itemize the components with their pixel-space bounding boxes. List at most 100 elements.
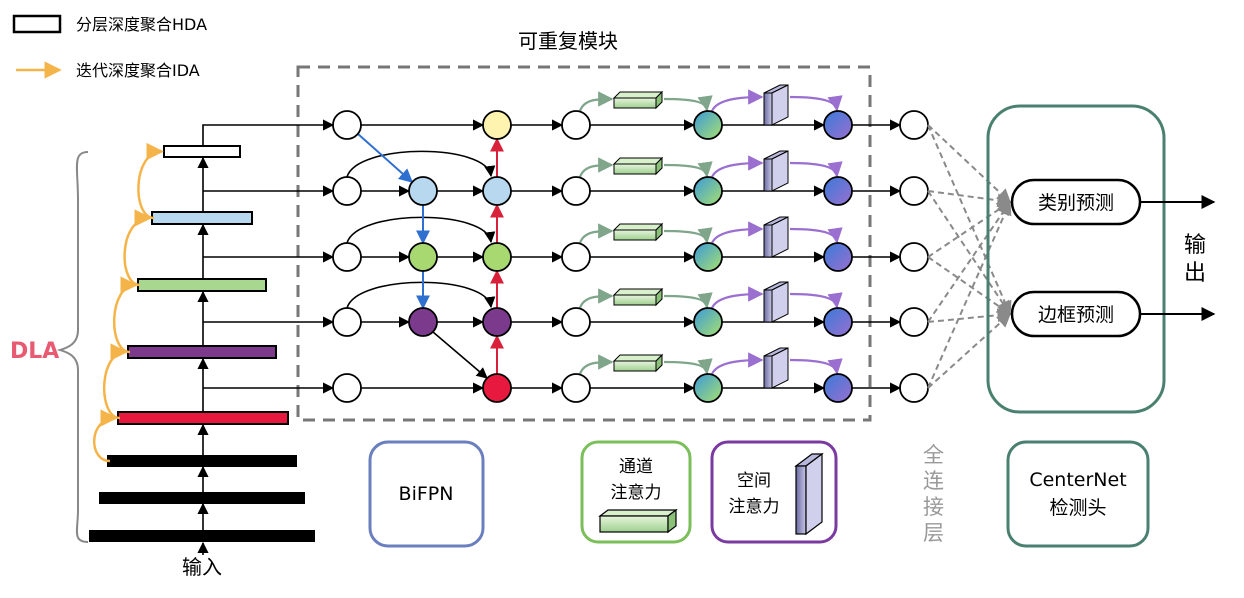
fc-edge-4-1: [927, 313, 1012, 389]
spatial-attended-node-3: [823, 307, 853, 337]
input-node-4: [332, 373, 362, 403]
pre-attention-node-0: [561, 110, 591, 140]
dla-level-4: [127, 345, 277, 359]
module-edges: [202, 84, 902, 394]
fc-label-char-0: 全: [923, 443, 944, 467]
row2-slab-front: [613, 229, 657, 241]
diagram-svg: 分层深度聚合HDA 迭代深度聚合IDA DLA 输入 可重复模块 全 连 接 层…: [10, 14, 1216, 579]
bifpn-out-node-3: [482, 307, 512, 337]
row1-channel-in: [578, 157, 614, 178]
dla-brace: [56, 151, 89, 543]
row4-channel-in: [578, 354, 614, 375]
backbone-link-0: [202, 119, 335, 146]
ida-arc-4: [137, 142, 164, 220]
topdown-node-1: [408, 176, 438, 206]
module-title: 可重复模块: [518, 29, 618, 53]
row4-spatial-out: [789, 358, 843, 375]
row1-slab-top: [612, 157, 664, 165]
row0-panel-front: [763, 92, 773, 126]
row4-spatial-in: [710, 352, 764, 375]
fc-edge-3-1: [927, 308, 1012, 323]
channel-attended-node-4: [693, 373, 723, 403]
row0-spatial-in: [710, 89, 764, 112]
spatial-attended-node-1: [823, 176, 853, 206]
fc-node-2: [899, 242, 929, 272]
row1-skip-arc: [346, 150, 496, 178]
row3-slab-top: [612, 288, 664, 296]
channel-attended-node-2: [693, 242, 723, 272]
row2-panel-front: [763, 224, 773, 258]
row2-spatial-in: [710, 221, 764, 244]
row3-skip-arc: [346, 281, 496, 309]
input-node-2: [332, 242, 362, 272]
channel-attended-node-3: [693, 307, 723, 337]
green-slab-icon: [598, 508, 678, 534]
row0-slab-top: [612, 91, 664, 99]
input-node-0: [332, 110, 362, 140]
spatial-attention-label-line2: 注意力: [729, 497, 780, 517]
detection-head-box: [986, 104, 1166, 414]
row0-spatial-out: [789, 95, 843, 112]
row2-channel-in: [578, 223, 614, 244]
fc-edge-1-0: [927, 190, 1012, 208]
dla-level-6: [151, 211, 253, 225]
diagram-canvas: 分层深度聚合HDA 迭代深度聚合IDA DLA 输入 可重复模块 全 连 接 层…: [0, 0, 1244, 594]
dla-label: DLA: [10, 339, 59, 364]
input-node-1: [332, 176, 362, 206]
row1-spatial-in: [710, 155, 764, 178]
ida-arc-2: [112, 276, 138, 354]
row1-panel-front: [763, 158, 773, 192]
fc-node-0: [899, 110, 929, 140]
channel-attention-label-line2: 注意力: [611, 483, 662, 503]
centernet-legend-box: [1006, 440, 1150, 548]
row0-channel-out: [663, 95, 713, 112]
fc-edge-0-0: [927, 124, 1012, 203]
ida-legend-label: 迭代深度聚合IDA: [76, 61, 200, 80]
row3-spatial-in: [710, 286, 764, 309]
row3-channel-out: [663, 292, 713, 309]
channel-attended-node-1: [693, 176, 723, 206]
dla-level-7: [163, 145, 241, 158]
input-node-3: [332, 307, 362, 337]
dla-level-1: [99, 492, 305, 504]
row1-slab-front: [613, 163, 657, 175]
hda-legend-label: 分层深度聚合HDA: [76, 15, 207, 34]
row4-panel-front: [763, 355, 773, 389]
fc-label-char-1: 连: [923, 469, 944, 493]
topdown-node-2: [408, 242, 438, 272]
row3-spatial-out: [789, 292, 843, 309]
ida-arc-1: [102, 343, 128, 420]
bifpn-out-node-1: [482, 176, 512, 206]
purple-panel-icon: [794, 452, 824, 536]
fc-node-1: [899, 176, 929, 206]
centernet-label-line2: 检测头: [1049, 497, 1106, 519]
diag-mid-to-out: [432, 331, 488, 379]
input-label: 输入: [182, 555, 222, 579]
spatial-attended-node-4: [823, 373, 853, 403]
channel-attention-label-line1: 通道: [619, 457, 653, 477]
row4-channel-out: [663, 358, 713, 375]
bifpn-legend-label: BiFPN: [399, 483, 454, 505]
row0-channel-in: [578, 91, 614, 112]
row2-channel-out: [663, 227, 713, 244]
row4-slab-top: [612, 354, 664, 362]
class-pred-label: 类别预测: [1038, 192, 1114, 214]
spatial-attended-node-0: [823, 110, 853, 140]
row2-skip-arc: [346, 216, 496, 244]
row3-channel-in: [578, 288, 614, 309]
row2-slab-top: [612, 223, 664, 231]
row1-channel-out: [663, 161, 713, 178]
row4-slab-front: [613, 360, 657, 372]
fc-label-char-3: 层: [923, 521, 944, 545]
bifpn-out-node-0: [482, 110, 512, 140]
fc-label-char-2: 接: [923, 495, 944, 519]
bifpn-out-node-2: [482, 242, 512, 272]
row3-slab-front: [613, 294, 657, 306]
output-label-char-0: 输: [1184, 233, 1206, 258]
centernet-label-line1: CenterNet: [1029, 469, 1126, 491]
dla-level-3: [117, 411, 289, 425]
fc-node-3: [899, 307, 929, 337]
hda-legend-swatch: [12, 14, 62, 34]
box-pred-label: 边框预测: [1038, 304, 1114, 326]
channel-attended-node-0: [693, 110, 723, 140]
